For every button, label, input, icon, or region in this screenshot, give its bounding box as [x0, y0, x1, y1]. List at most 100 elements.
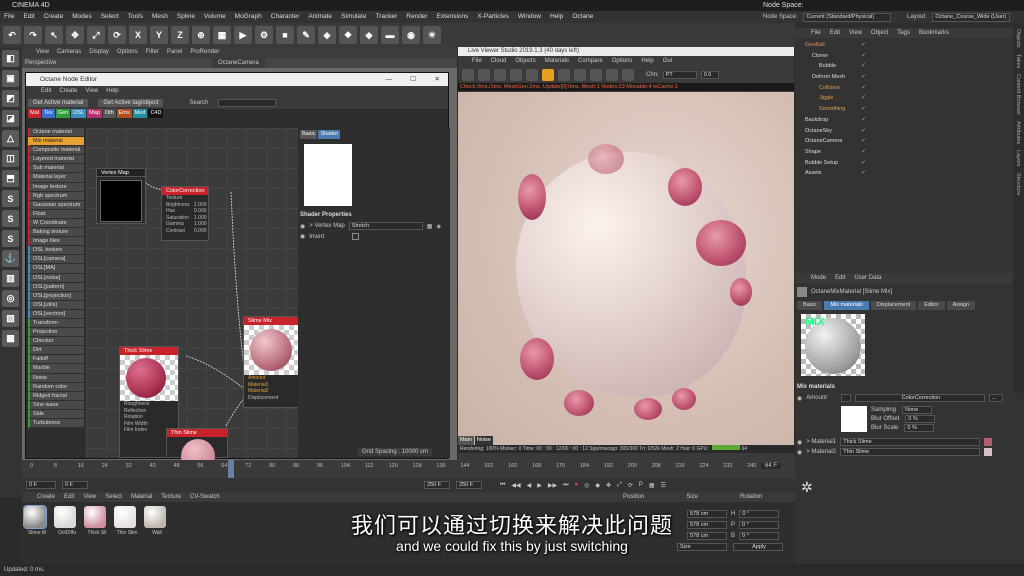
node-space-select[interactable]: Current (Standard/Physical)	[803, 13, 892, 22]
pla-key-icon[interactable]: ▦	[649, 482, 655, 489]
side-tab-objects[interactable]: Objects	[1015, 29, 1021, 48]
tab-map[interactable]: Map	[87, 109, 102, 118]
last-frame-icon[interactable]: ⏭	[563, 482, 568, 489]
node-list-item[interactable]: Ridged fractal	[28, 391, 84, 401]
visibility-check-icon[interactable]: ✓	[861, 115, 866, 126]
cube-icon[interactable]: ■	[276, 26, 294, 44]
object-row[interactable]: Shape ✓	[795, 147, 1024, 158]
keyframe-icon[interactable]: ◆	[595, 482, 600, 489]
blur-scale-field[interactable]: 0 %	[904, 423, 935, 432]
material1-field[interactable]: Thick Slime	[840, 438, 981, 446]
menu-select[interactable]: Select	[101, 11, 119, 23]
viewport-menu-prorender[interactable]: ProRender	[190, 47, 219, 58]
tool-icon-12[interactable]: ◎	[2, 290, 19, 307]
menu-extensions[interactable]: Extensions	[437, 11, 469, 23]
total-frame-field[interactable]: 250 F	[424, 481, 450, 489]
visibility-check-icon[interactable]: ✓	[861, 72, 866, 83]
amount-field[interactable]: ColorCorrection	[854, 394, 985, 402]
side-tab-takes[interactable]: Takes	[1015, 54, 1021, 68]
object-menu-object[interactable]: Object	[871, 28, 888, 38]
sphere-icon[interactable]	[558, 68, 570, 81]
tab-tex[interactable]: Tex	[42, 109, 55, 118]
render-output[interactable]	[458, 92, 794, 447]
scale-key-icon[interactable]: ⤢	[617, 482, 622, 489]
node-list-item[interactable]: Mix material	[28, 137, 84, 147]
object-row[interactable]: Deform Mesh ✓	[795, 72, 1024, 83]
stop-icon[interactable]	[510, 68, 522, 81]
arrow-icon[interactable]: ◈	[436, 223, 441, 230]
render-settings-icon[interactable]: ⚙	[255, 26, 273, 44]
menu-tools[interactable]: Tools	[128, 11, 143, 23]
tab-med[interactable]: Med	[132, 109, 148, 118]
tool-icon-2[interactable]: ◩	[2, 90, 19, 107]
world-icon[interactable]: ⊕	[192, 26, 210, 44]
tab-ems[interactable]: Ems	[116, 109, 132, 118]
viewport-menu-options[interactable]: Options	[117, 47, 138, 58]
side-tab-content-browser[interactable]: Content Browser	[1015, 74, 1021, 115]
total-frame-field-2[interactable]: 250 F	[456, 481, 482, 489]
object-row[interactable]: Jiggle ✓	[795, 93, 1024, 104]
tool-icon-0[interactable]: ◧	[2, 50, 19, 67]
tool-icon-8[interactable]: S	[2, 210, 19, 227]
autokey-icon[interactable]: ◎	[584, 482, 589, 489]
viewport-menu-panel[interactable]: Panel	[167, 47, 182, 58]
node-list-item[interactable]: Turbulence	[28, 419, 84, 429]
timeline-playhead[interactable]	[227, 460, 234, 478]
material2-field[interactable]: Thin Slime	[840, 448, 981, 456]
visibility-check-icon[interactable]: ✓	[861, 168, 866, 179]
visibility-check-icon[interactable]: ✓	[861, 104, 866, 115]
live-viewer-menu-materials[interactable]: Materials	[545, 56, 569, 66]
live-viewer-menu-options[interactable]: Options	[612, 56, 633, 66]
tool-icon-7[interactable]: S	[2, 190, 19, 207]
radio-icon[interactable]: ◉	[797, 439, 802, 446]
tool-icon-9[interactable]: S	[2, 230, 19, 247]
camera-icon[interactable]: ◉	[402, 26, 420, 44]
amount-more-button[interactable]: ...	[988, 394, 1003, 402]
close-icon[interactable]: ✕	[435, 73, 440, 86]
play-icon[interactable]: ▶	[537, 482, 542, 489]
side-tab-attributes[interactable]: Attributes	[1015, 121, 1021, 144]
object-row[interactable]: Cloner ✓	[795, 51, 1024, 62]
tab-c4d[interactable]: C4D	[148, 109, 164, 118]
attribute-tab-displacement[interactable]: Displacement	[870, 301, 917, 310]
tab-oth[interactable]: Oth	[102, 109, 116, 118]
tool-icon-4[interactable]: △	[2, 130, 19, 147]
menu-create[interactable]: Create	[44, 11, 64, 23]
material-menu-select[interactable]: Select	[105, 494, 122, 500]
invert-checkbox[interactable]	[352, 233, 360, 240]
node-list-item[interactable]: Projection	[28, 328, 84, 338]
node-list-item[interactable]: Image tiles	[28, 237, 84, 247]
search-input[interactable]	[218, 98, 277, 107]
material-menu-view[interactable]: View	[83, 494, 96, 500]
menu-simulate[interactable]: Simulate	[341, 11, 366, 23]
node-list-item[interactable]: Transform	[28, 318, 84, 329]
attribute-menu-mode[interactable]: Mode	[811, 273, 826, 283]
pos-key-icon[interactable]: ✥	[606, 482, 611, 489]
rotate-icon[interactable]: ⟳	[108, 26, 126, 44]
live-viewer-menu-cloud[interactable]: Cloud	[491, 56, 507, 66]
param-key-icon[interactable]: P	[639, 482, 643, 488]
viewport-camera[interactable]: OctaneCamera	[212, 58, 265, 68]
record-icon[interactable]: ●	[575, 482, 579, 488]
visibility-check-icon[interactable]: ✓	[861, 136, 866, 147]
region-icon[interactable]	[574, 68, 586, 81]
viewport-menu-filter[interactable]: Filter	[146, 47, 159, 58]
material-menu-texture[interactable]: Texture	[161, 494, 181, 500]
menu-animate[interactable]: Animate	[308, 11, 332, 23]
attr-tab-shader[interactable]: Shader	[318, 130, 341, 139]
render-icon[interactable]	[462, 68, 474, 81]
channel-value[interactable]: 0.6	[700, 70, 719, 79]
rot-key-icon[interactable]: ⟳	[628, 482, 633, 489]
object-row[interactable]: Assets ✓	[795, 168, 1024, 179]
tool-icon-5[interactable]: ◫	[2, 150, 19, 167]
menu-character[interactable]: Character	[271, 11, 300, 23]
side-tab-structure[interactable]: Structure	[1015, 173, 1021, 195]
menu-mesh[interactable]: Mesh	[152, 11, 168, 23]
maximize-icon[interactable]: ☐	[410, 73, 416, 86]
pattern-icon[interactable]: ▦	[427, 223, 433, 230]
visibility-check-icon[interactable]: ✓	[861, 126, 866, 137]
attribute-tab-mix-materials[interactable]: Mix materials	[824, 301, 869, 310]
material-pick-icon[interactable]	[622, 68, 634, 81]
minimize-icon[interactable]: —	[386, 73, 393, 86]
sampling-select[interactable]: None	[902, 405, 933, 414]
